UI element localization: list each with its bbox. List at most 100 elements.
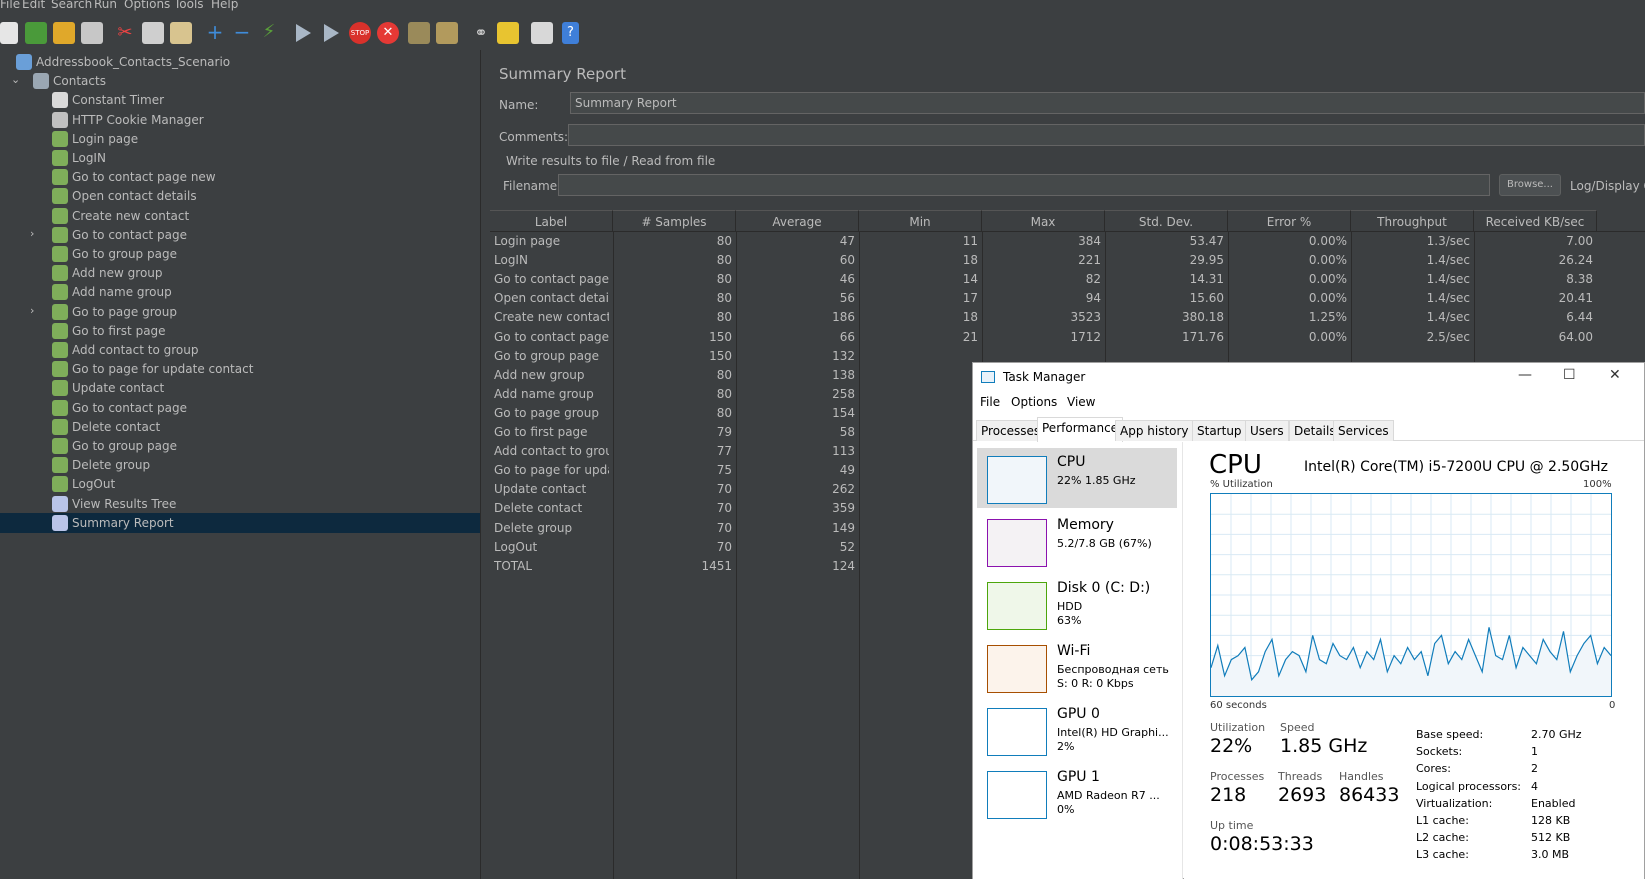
tab-startup[interactable]: Startup — [1192, 420, 1247, 441]
menu-help[interactable]: Help — [211, 0, 238, 11]
search-icon[interactable]: ⚭ — [470, 22, 492, 44]
open-icon[interactable] — [53, 22, 75, 44]
spec-value: 1 — [1531, 745, 1538, 759]
tm-menu-file[interactable]: File — [980, 395, 1000, 409]
tree-item[interactable]: Go to page for update contact — [0, 359, 480, 379]
column-header[interactable]: Throughput — [1351, 210, 1474, 232]
table-cell: 14 — [962, 272, 978, 287]
resource-item-wi-fi[interactable]: Wi-Fi Беспроводная сеть S: 0 R: 0 Kbps — [977, 637, 1177, 697]
save-icon[interactable] — [81, 22, 103, 44]
tree-item[interactable]: Add new group — [0, 263, 480, 283]
tree-item[interactable]: Go to group page — [0, 436, 480, 456]
table-row[interactable]: Go to contact page 150 66 21 1712 171.76 0.00%… — [490, 328, 1645, 348]
resource-item-disk[interactable]: Disk 0 (C: D:) HDD 63% — [977, 574, 1177, 634]
collapse-icon[interactable]: − — [231, 22, 253, 44]
tree-item[interactable]: Add name group — [0, 282, 480, 302]
close-icon[interactable]: ✕ — [1609, 367, 1621, 383]
chevron-right-icon[interactable]: › — [30, 227, 42, 240]
chevron-down-icon[interactable]: ⌄ — [11, 73, 23, 86]
paste-icon[interactable] — [170, 22, 192, 44]
new-icon[interactable] — [0, 22, 18, 44]
menu-edit[interactable]: Edit — [22, 0, 45, 11]
minimize-icon[interactable]: — — [1518, 367, 1532, 383]
copy-icon[interactable] — [142, 22, 164, 44]
resource-thumbnail — [987, 771, 1047, 819]
tree-item[interactable]: Go to contact page — [0, 398, 480, 418]
tab-processes[interactable]: Processes — [976, 420, 1046, 441]
column-header[interactable]: Error % — [1228, 210, 1351, 232]
column-header[interactable]: Min — [859, 210, 982, 232]
menu-run[interactable]: Run — [94, 0, 117, 11]
expand-icon[interactable]: + — [204, 22, 226, 44]
tree-item[interactable]: Go to group page — [0, 244, 480, 264]
column-header[interactable]: Max — [982, 210, 1105, 232]
resource-detail: 5.2/7.8 GB (67%) — [1057, 537, 1152, 550]
tree-item[interactable]: Add contact to group — [0, 340, 480, 360]
tab-services[interactable]: Services — [1333, 420, 1394, 441]
menu-options[interactable]: Options — [124, 0, 170, 11]
tree-item[interactable]: Login page — [0, 129, 480, 149]
tree-item[interactable]: Summary Report — [0, 512, 480, 533]
column-header[interactable]: Average — [736, 210, 859, 232]
resource-item-gpu[interactable]: GPU 1 AMD Radeon R7 ... 0% — [977, 763, 1177, 823]
table-row[interactable]: Login page 80 47 11 384 53.47 0.00% 1.3/sec 7.00 — [490, 232, 1645, 252]
stop-icon[interactable]: STOP — [349, 22, 371, 44]
tab-app-history[interactable]: App history — [1115, 420, 1194, 441]
tree-item[interactable]: Go to contact page new — [0, 167, 480, 187]
help-icon[interactable]: ? — [562, 22, 579, 44]
tree-item[interactable]: Addressbook_Contacts_Scenario — [0, 52, 480, 72]
cut-icon[interactable]: ✂ — [114, 22, 136, 44]
filename-field[interactable] — [558, 174, 1490, 196]
spec-label: L1 cache: — [1416, 814, 1469, 827]
name-field[interactable]: Summary Report — [570, 92, 1645, 114]
tm-menu-view[interactable]: View — [1067, 395, 1095, 409]
menu-tools[interactable]: Tools — [174, 0, 204, 11]
tree-item[interactable]: Delete group — [0, 455, 480, 475]
comments-field[interactable] — [568, 124, 1645, 146]
column-header[interactable]: Std. Dev. — [1105, 210, 1228, 232]
clear-icon[interactable] — [408, 22, 430, 44]
chevron-right-icon[interactable]: › — [30, 304, 42, 317]
column-header[interactable]: Received KB/sec — [1474, 210, 1597, 232]
tree-item[interactable]: Constant Timer — [0, 90, 480, 110]
tree-item[interactable]: › Go to contact page — [0, 225, 480, 245]
splitter[interactable] — [480, 50, 488, 879]
table-row[interactable]: Open contact details 80 56 17 94 15.60 0.00% 1.… — [490, 289, 1645, 309]
column-header[interactable]: # Samples — [613, 210, 736, 232]
maximize-icon[interactable]: ☐ — [1563, 367, 1576, 383]
tab-users[interactable]: Users — [1245, 420, 1289, 441]
clear-all-icon[interactable] — [436, 22, 458, 44]
tree-item[interactable]: Create new contact — [0, 206, 480, 226]
start-icon[interactable] — [296, 24, 311, 42]
templates-icon[interactable] — [25, 22, 47, 44]
tab-performance[interactable]: Performance — [1037, 417, 1124, 442]
tm-menu-options[interactable]: Options — [1011, 395, 1057, 409]
tree-item[interactable]: Update contact — [0, 378, 480, 398]
tree-item[interactable]: Go to first page — [0, 321, 480, 341]
tree-item[interactable]: LogIN — [0, 148, 480, 168]
start-no-pause-icon[interactable] — [324, 24, 339, 42]
resource-thumbnail — [987, 708, 1047, 756]
tree-item[interactable]: Open contact details — [0, 186, 480, 206]
tree-item[interactable]: ⌄ Contacts — [0, 71, 480, 91]
table-row[interactable]: Create new contact 80 186 18 3523 380.18 1.25%… — [490, 308, 1645, 328]
reset-search-icon[interactable] — [497, 22, 519, 44]
log-display-label[interactable]: Log/Display O — [1570, 179, 1645, 193]
tree-item[interactable]: View Results Tree — [0, 494, 480, 514]
function-helper-icon[interactable] — [531, 22, 553, 44]
tree-item[interactable]: › Go to page group — [0, 302, 480, 322]
table-row[interactable]: Go to contact page ... 80 46 14 82 14.31 0.00%… — [490, 270, 1645, 290]
shutdown-icon[interactable]: ✕ — [377, 22, 399, 44]
tree-item[interactable]: HTTP Cookie Manager — [0, 110, 480, 130]
menu-search[interactable]: Search — [51, 0, 92, 11]
menu-file[interactable]: File — [0, 0, 20, 11]
resource-item-gpu[interactable]: GPU 0 Intel(R) HD Graphi... 2% — [977, 700, 1177, 760]
column-header[interactable]: Label — [490, 210, 613, 232]
resource-item-cpu[interactable]: CPU 22% 1.85 GHz — [977, 448, 1177, 508]
resource-item-memory[interactable]: Memory 5.2/7.8 GB (67%) — [977, 511, 1177, 571]
tree-item[interactable]: LogOut — [0, 474, 480, 494]
toggle-icon[interactable]: ⚡ — [258, 22, 280, 44]
tree-item[interactable]: Delete contact — [0, 417, 480, 437]
table-row[interactable]: LogIN 80 60 18 221 29.95 0.00% 1.4/sec 26.24 — [490, 251, 1645, 271]
browse-button[interactable]: Browse... — [1499, 174, 1561, 196]
